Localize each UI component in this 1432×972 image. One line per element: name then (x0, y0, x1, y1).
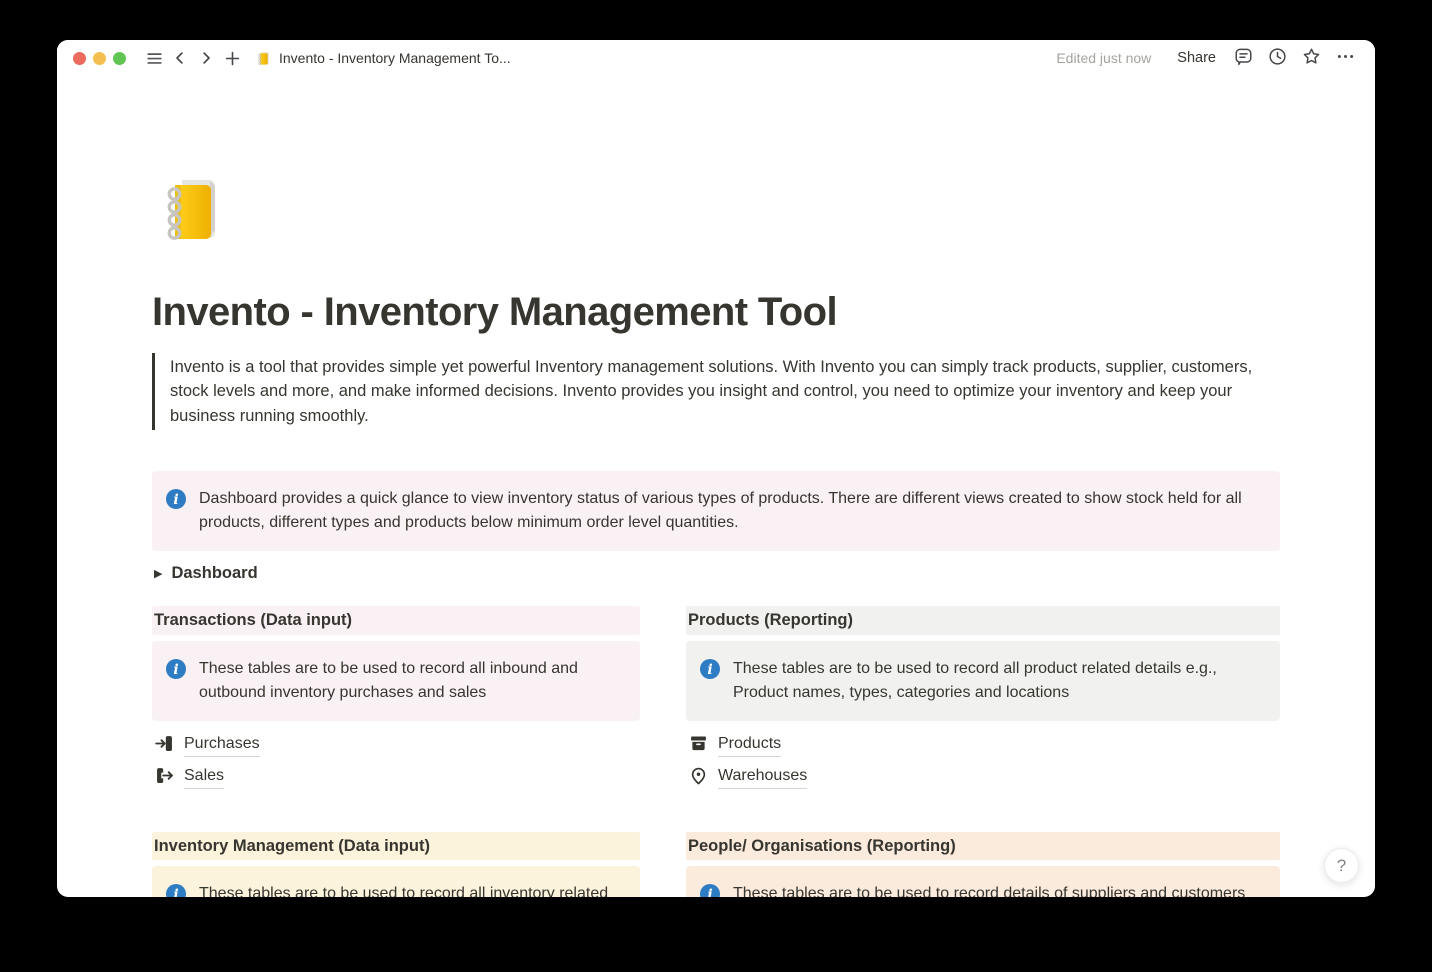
help-button[interactable]: ? (1324, 848, 1359, 883)
page-link-sales[interactable]: Sales (152, 762, 226, 794)
notion-app-window: Invento - Inventory Management To... Edi… (57, 40, 1375, 897)
traffic-lights (73, 52, 126, 65)
import-arrow-icon (154, 733, 175, 759)
transactions-callout: These tables are to be used to record al… (152, 641, 640, 721)
location-pin-icon (688, 765, 709, 791)
ledger-notebook-icon (255, 50, 272, 67)
columns-row-1: Transactions (Data input) These tables a… (152, 606, 1280, 794)
clock-icon (1267, 46, 1288, 70)
info-icon (165, 883, 187, 897)
chevron-right-icon (197, 49, 215, 67)
minimize-button[interactable] (93, 52, 106, 65)
history-button[interactable] (1262, 44, 1292, 72)
people-organisations-callout-text: These tables are to be used to record de… (733, 882, 1245, 897)
zoom-button[interactable] (113, 52, 126, 65)
section-header-products: Products (Reporting) (686, 606, 1280, 635)
edited-status: Edited just now (1056, 50, 1151, 66)
dashboard-callout-text: Dashboard provides a quick glance to vie… (199, 487, 1264, 535)
products-callout-text: These tables are to be used to record al… (733, 657, 1264, 705)
transactions-links: Purchases Sales (152, 730, 640, 794)
page-link-warehouses[interactable]: Warehouses (686, 762, 809, 794)
dashboard-toggle[interactable]: ▶ Dashboard (152, 561, 260, 586)
plus-icon (223, 49, 242, 68)
page-title: Invento - Inventory Management Tool (152, 288, 1280, 336)
active-tab[interactable]: Invento - Inventory Management To... (255, 50, 511, 67)
star-icon (1301, 46, 1322, 70)
tab-title: Invento - Inventory Management To... (279, 50, 511, 66)
page-content: Invento - Inventory Management Tool Inve… (152, 76, 1280, 897)
products-callout: These tables are to be used to record al… (686, 641, 1280, 721)
column-products: Products (Reporting) These tables are to… (686, 606, 1280, 794)
comments-button[interactable] (1228, 44, 1258, 72)
dashboard-toggle-label: Dashboard (171, 564, 257, 583)
products-links: Products Warehouses (686, 730, 1280, 794)
new-tab-button[interactable] (219, 45, 245, 71)
archive-box-icon (688, 733, 709, 759)
sales-link-label: Sales (184, 766, 224, 789)
more-options-button[interactable] (1330, 44, 1360, 72)
share-button[interactable]: Share (1169, 46, 1224, 70)
info-icon (165, 488, 187, 535)
titlebar-right-cluster: Edited just now Share (1056, 44, 1360, 72)
info-icon (699, 658, 721, 705)
back-button[interactable] (167, 45, 193, 71)
transactions-callout-text: These tables are to be used to record al… (199, 657, 624, 705)
columns-row-2: Inventory Management (Data input) These … (152, 832, 1280, 897)
info-icon (165, 658, 187, 705)
close-button[interactable] (73, 52, 86, 65)
section-header-transactions: Transactions (Data input) (152, 606, 640, 635)
forward-button[interactable] (193, 45, 219, 71)
section-header-people-organisations: People/ Organisations (Reporting) (686, 832, 1280, 861)
warehouses-link-label: Warehouses (718, 766, 807, 789)
comment-bubble-icon (1233, 46, 1254, 70)
section-header-inventory-management: Inventory Management (Data input) (152, 832, 640, 861)
inventory-management-callout: These tables are to be used to record al… (152, 866, 640, 897)
column-inventory-management: Inventory Management (Data input) These … (152, 832, 640, 897)
chevron-left-icon (171, 49, 189, 67)
page-icon-notebook-emoji[interactable] (152, 170, 232, 250)
page-link-purchases[interactable]: Purchases (152, 730, 262, 762)
page-scroll-area[interactable]: Invento - Inventory Management Tool Inve… (57, 76, 1375, 897)
hamburger-menu-icon (145, 49, 164, 68)
purchases-link-label: Purchases (184, 734, 260, 757)
ellipsis-icon (1335, 46, 1356, 70)
dashboard-callout: Dashboard provides a quick glance to vie… (152, 471, 1280, 551)
info-icon (699, 883, 721, 897)
page-link-products[interactable]: Products (686, 730, 783, 762)
export-arrow-icon (154, 765, 175, 791)
titlebar: Invento - Inventory Management To... Edi… (57, 40, 1375, 76)
inventory-management-callout-text: These tables are to be used to record al… (199, 882, 624, 897)
column-people-organisations: People/ Organisations (Reporting) These … (686, 832, 1280, 897)
sidebar-menu-button[interactable] (141, 45, 167, 71)
favorite-button[interactable] (1296, 44, 1326, 72)
intro-quote-block: Invento is a tool that provides simple y… (152, 353, 1280, 430)
people-organisations-callout: These tables are to be used to record de… (686, 866, 1280, 897)
toggle-triangle-icon: ▶ (154, 569, 162, 580)
column-transactions: Transactions (Data input) These tables a… (152, 606, 640, 794)
products-link-label: Products (718, 734, 781, 757)
